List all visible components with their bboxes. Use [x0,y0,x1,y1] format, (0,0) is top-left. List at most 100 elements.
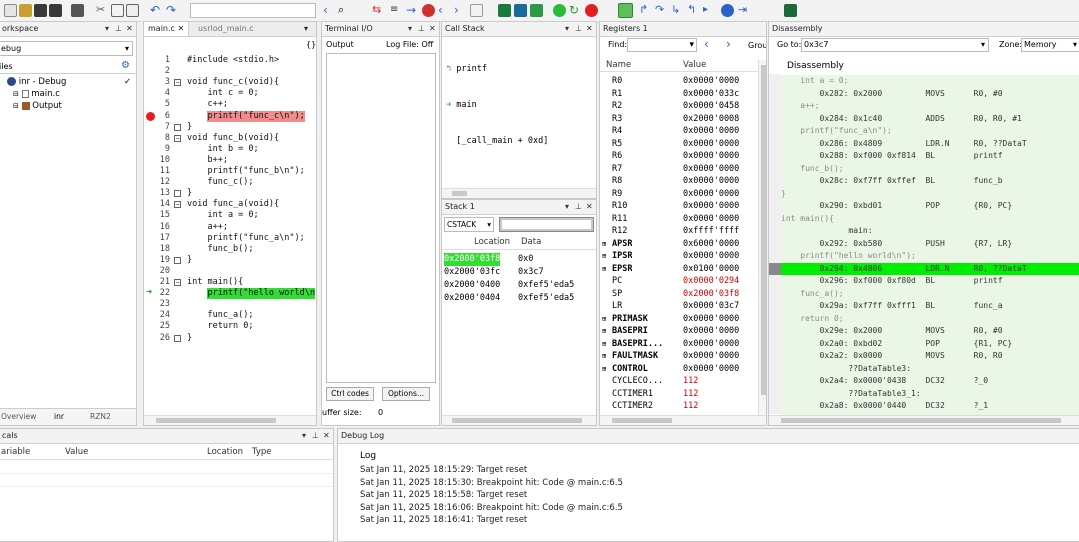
register-value[interactable]: 0x0000'0000 [683,213,739,226]
register-row[interactable]: R5 0x0000'0000 [600,138,758,151]
disassembly-line[interactable]: printf("hello world\n"); [781,250,1079,263]
register-row[interactable]: R1 0x0000'033c [600,88,758,101]
tab-usrlod-main[interactable]: usrlod_main.c [194,22,258,36]
fold-toggle-icon[interactable]: − [174,134,181,142]
disassembly-line[interactable]: 0x282: 0x2000 MOVS R0, #0 [781,88,1079,101]
pin-icon[interactable]: ⊥ [418,22,425,36]
register-value[interactable]: 0x0000'0458 [683,100,739,113]
goto-icon[interactable]: → [406,4,419,17]
reset-icon[interactable]: ↱ [639,4,652,17]
tab-rzn2[interactable]: RZN2 [90,412,111,421]
find-prev-icon[interactable]: ‹ [704,37,709,51]
run-to-cursor-icon[interactable]: ▸ [703,4,716,17]
disassembly-line[interactable]: main: [781,225,1079,238]
tab-menu-icon[interactable]: ▾ [304,22,308,36]
function-nav-icon[interactable]: {} [306,40,316,49]
code-line[interactable]: 22 printf("hello world\n ➜ [144,287,315,300]
register-value[interactable]: 0x0000'0000 [683,163,739,176]
cut-icon[interactable]: ✂ [96,4,109,17]
disassembly-lines[interactable]: int a = 0; 0x282: 0x2000 MOVS R0, #0 a++… [769,75,1079,415]
register-value[interactable]: 0x0000'0000 [683,363,739,376]
next-statement-icon[interactable]: ⇥ [738,4,751,17]
code-line[interactable]: 16 a++; [144,222,314,233]
disassembly-line[interactable]: 0x286: 0x4809 LDR.N R0, ??DataT [781,138,1079,151]
code-line[interactable]: 10 b++; [144,155,314,166]
tab-overview[interactable]: Overview [1,412,36,421]
plugin-icon[interactable] [784,4,797,17]
register-row[interactable]: ⊞ FAULTMASK 0x0000'0000 [600,350,758,363]
register-row[interactable]: R6 0x0000'0000 [600,150,758,163]
back-icon[interactable]: ‹ [323,4,336,17]
code-line[interactable]: 23 [144,299,314,310]
fold-toggle-icon[interactable] [174,256,181,264]
register-value[interactable]: 0x0000'0000 [683,175,739,188]
disassembly-line[interactable]: 0x290: 0xbd01 POP {R0, PC} [781,200,1079,213]
code-line[interactable]: 5 c++; [144,99,314,110]
disassembly-line[interactable]: 0x2a8: 0x0000'0440 DC32 ?_1 [781,400,1079,413]
list-icon[interactable]: ≡ [390,4,403,17]
toggle-icon[interactable] [470,4,483,17]
close-tab-icon[interactable]: ✕ [177,24,184,33]
code-line[interactable]: 12 func_c(); [144,177,314,188]
dropdown-icon[interactable]: ▾ [565,200,569,214]
options-button[interactable]: Options... [382,387,430,401]
dropdown-icon[interactable]: ▾ [302,429,306,443]
disassembly-line[interactable]: 0x292: 0xb580 PUSH {R7, LR} [781,238,1079,251]
close-icon[interactable]: ✕ [586,200,593,214]
register-row[interactable]: PC 0x0000'0294 [600,275,758,288]
find-next-icon[interactable]: › [726,37,731,51]
fold-toggle-icon[interactable] [174,334,181,342]
scroll-thumb[interactable] [452,418,582,423]
fold-toggle-icon[interactable]: − [174,79,181,87]
debug-nodownload-icon[interactable]: ↻ [569,4,582,17]
stack-hscroll[interactable] [442,415,596,425]
goto-input[interactable]: 0x3c7 ▾ [801,38,989,52]
expand-icon[interactable]: ⊞ [602,250,606,263]
register-row[interactable]: R12 0xffff'ffff [600,225,758,238]
stack-row[interactable]: 0x2000'03fc 0x3c7 [442,266,596,279]
disassembly-line[interactable]: 0x29e: 0x2000 MOVS R0, #0 [781,325,1079,338]
disassembly-line[interactable]: printf("func_a\n"); [781,125,1079,138]
new-file-icon[interactable] [4,4,17,17]
close-icon[interactable]: ✕ [586,22,593,36]
register-value[interactable]: 0x0000'0000 [683,200,739,213]
register-value[interactable]: 0x6000'0000 [683,238,739,251]
register-value[interactable]: 0x0000'03c7 [683,300,739,313]
register-value[interactable]: 0x0000'033c [683,88,739,101]
callstack-item[interactable]: ➜ main [446,99,548,111]
disassembly-line[interactable]: 0x29a: 0xf7ff 0xfff1 BL func_a [781,300,1079,313]
register-row[interactable]: ⊞ CONTROL 0x0000'0000 [600,363,758,376]
register-value[interactable]: 0x2000'03f8 [683,288,739,301]
register-row[interactable]: R8 0x0000'0000 [600,175,758,188]
scroll-thumb[interactable] [781,418,1061,423]
tree-item-output[interactable]: ⊟ Output [13,101,62,111]
save-icon[interactable] [34,4,47,17]
disassembly-gutter[interactable] [769,74,781,414]
disassembly-line[interactable]: 0x296: 0xf000 0xf80d BL printf [781,275,1079,288]
disassembly-hscroll[interactable] [769,415,1079,425]
fold-toggle-icon[interactable]: − [174,201,181,209]
expand-icon[interactable]: ⊞ [602,263,606,276]
register-row[interactable]: ⊞ BASEPRI... 0x0000'0000 [600,338,758,351]
register-row[interactable]: R7 0x0000'0000 [600,163,758,176]
code-line[interactable]: 4 int c = 0; [144,88,314,99]
step-into-icon[interactable]: ↳ [671,4,684,17]
code-line[interactable]: 17 printf("func_a\n"); [144,233,314,244]
compile-icon[interactable] [498,4,511,17]
pin-icon[interactable]: ⊥ [312,429,319,443]
close-icon[interactable]: ✕ [323,429,330,443]
register-value[interactable]: 112 [683,375,698,388]
paste-icon[interactable] [126,4,139,17]
stack-row[interactable]: 0x2000'03f8 0x0 [442,253,596,266]
editor-hscroll[interactable] [144,415,316,425]
register-row[interactable]: R2 0x0000'0458 [600,100,758,113]
save-all-icon[interactable] [49,4,62,17]
code-line[interactable]: 14− void func_a(void){ [144,199,314,210]
register-value[interactable]: 0x0000'0000 [683,313,739,326]
code-line[interactable]: 2 [144,66,314,77]
disassembly-line[interactable]: return 0; [781,313,1079,326]
register-find-input[interactable]: ▾ [627,38,697,52]
register-row[interactable]: ⊞ APSR 0x6000'0000 [600,238,758,251]
register-value[interactable]: 0x0000'0000 [683,125,739,138]
next-bookmark-icon[interactable]: › [454,4,467,17]
